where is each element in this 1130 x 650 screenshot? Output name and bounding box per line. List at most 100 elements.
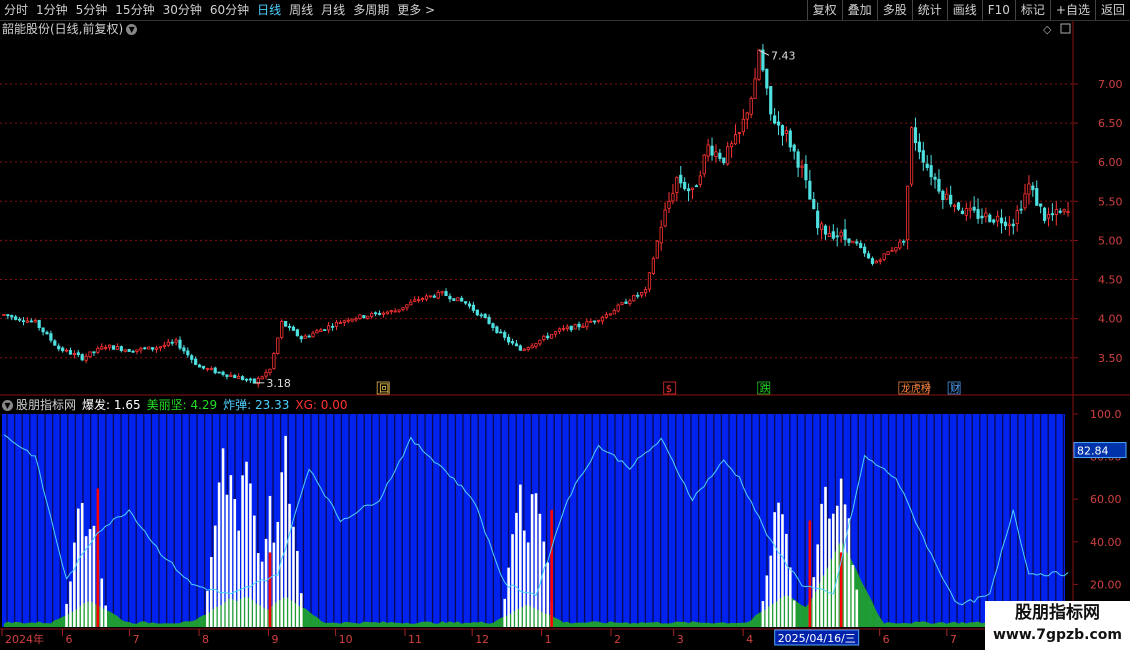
event-marker: $ [666,384,672,395]
candle-body [18,318,22,321]
candle-body [276,337,280,354]
candle-body [401,307,405,310]
baofa-bar [237,530,240,627]
candle-body [131,350,135,353]
baofa-bar [526,542,530,627]
candle-body [902,240,906,243]
candle-body [37,320,41,329]
candle-body [921,150,925,163]
candle-body [186,350,190,356]
ind-tick-label: 60.00 [1090,493,1122,506]
candle-body [327,325,331,331]
date-label: 6 [883,633,890,646]
candle-body [61,347,65,352]
candle-body [467,303,472,307]
watermark-url: www.7gpzb.com [992,627,1122,643]
candle-body [765,68,769,89]
candle-body [370,312,374,317]
candle-body [303,335,307,339]
ind-tick-label: 100.0 [1090,408,1122,421]
high-price-label: 7.43 [771,49,796,62]
candle-body [127,349,131,352]
date-label: 7 [950,633,957,646]
baofa-bar [519,484,522,627]
candle-body [640,292,644,296]
date-label: 8 [202,633,209,646]
baofa-bar [65,603,68,627]
candle-body [21,320,26,323]
baofa-bar [225,494,229,627]
candle-body [460,297,464,302]
candle-body [624,301,628,304]
indicator-name: 股朋指标网 [16,398,77,412]
chevron-down-icon[interactable]: ▼ [2,400,13,411]
candle-body [581,325,585,328]
candle-body [272,353,276,369]
candle-body [632,294,636,302]
baofa-bar [820,503,823,627]
candle-body [636,294,640,297]
candle-body [886,251,890,255]
candle-body [577,323,581,328]
candle-body [319,329,323,333]
price-tick-label: 7.00 [1098,78,1123,91]
baofa-bar [773,512,776,627]
candle-body [714,151,718,157]
candle-body [440,291,444,294]
candle-body [503,332,507,338]
baofa-bar [511,534,514,627]
candle-body [107,344,112,348]
candle-body [2,314,6,316]
candle-body [1031,185,1035,191]
candle-body [491,323,495,328]
candle-body [350,318,354,322]
candle-body [182,347,186,352]
low-price-label: 3.18 [266,377,291,390]
candle-body [972,206,976,211]
date-label: 11 [408,633,422,646]
candle-body [913,127,918,144]
baofa-bar [769,555,773,627]
kline-chart[interactable]: 7.00 6.50 6.00 5.50 5.00 4.50 4.00 3.50 ◇ 7.43 3.1… [0,0,1130,650]
candle-body [683,181,687,190]
baofa-bar [292,526,295,627]
candle-body [354,318,358,321]
baofa-bar [104,605,107,627]
candle-body [855,241,859,244]
candle-body [651,258,655,275]
candle-body [452,298,456,301]
baofa-bar [851,565,855,627]
candle-body [510,341,515,344]
candle-body [620,302,624,306]
candle-body [988,214,992,223]
candle-body [448,295,452,300]
candle-body [514,343,519,347]
baofa-bar [206,590,209,627]
baofa-bar [284,435,287,627]
event-marker: 财 [950,382,960,395]
baofa-bar [761,601,765,627]
candle-body [217,371,221,374]
candle-body [84,355,88,361]
indicator-values: 爆发: 1.65 美丽坚: 4.29 炸弹: 23.33 XG: 0.00 [82,398,353,412]
candle-body [424,295,429,300]
candle-body [115,346,120,350]
candle-body [166,341,170,346]
candle-body [808,180,812,200]
baofa-bar [221,448,225,627]
candle-body [194,358,198,365]
candle-body [471,304,476,311]
baofa-bar [73,542,76,627]
candle-body [984,212,988,218]
candle-body [307,335,311,338]
candle-body [323,329,327,332]
candle-body [381,312,386,315]
candle-body [389,310,393,313]
candle-body [526,347,530,351]
candle-body [397,309,401,312]
candle-body [663,209,667,227]
candle-body [659,226,663,244]
candle-body [804,163,808,181]
date-label: 4 [746,633,753,646]
candle-body [162,344,166,347]
